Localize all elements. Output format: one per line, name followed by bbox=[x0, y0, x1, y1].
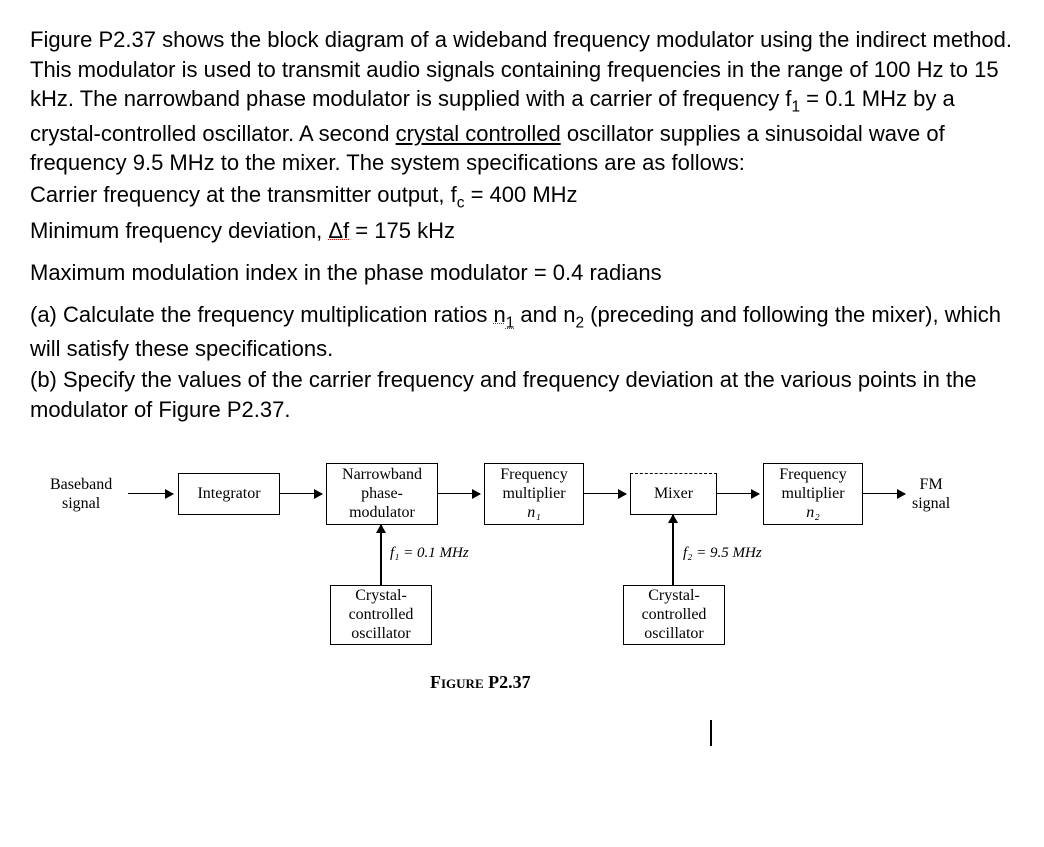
baseband-signal-label: Baseband signal bbox=[50, 475, 112, 513]
narrowband-phase-modulator-block: Narrowband phase- modulator bbox=[326, 463, 438, 525]
intro-sub-1: 1 bbox=[791, 99, 800, 116]
arrow-integrator-to-npm bbox=[280, 493, 322, 495]
carrier-spec: Carrier frequency at the transmitter out… bbox=[30, 180, 1014, 214]
frequency-multiplier-n2-block: Frequency multiplier n₂ bbox=[763, 463, 863, 525]
arrow-fm2-to-output bbox=[863, 493, 905, 495]
crystal-oscillator-2-block: Crystal- controlled oscillator bbox=[623, 585, 725, 645]
crystal-controlled-underline: crystal controlled bbox=[396, 121, 561, 146]
crystal-oscillator-1-block: Crystal- controlled oscillator bbox=[330, 585, 432, 645]
arrow-osc2-to-mixer bbox=[672, 515, 674, 585]
frequency-multiplier-n1-block: Frequency multiplier n₁ bbox=[484, 463, 584, 525]
arrow-npm-to-fm1 bbox=[438, 493, 480, 495]
integrator-block: Integrator bbox=[178, 473, 280, 515]
arrow-fm1-to-mixer bbox=[584, 493, 626, 495]
mixer-block: Mixer bbox=[630, 473, 717, 515]
max-modulation-index: Maximum modulation index in the phase mo… bbox=[30, 258, 1014, 288]
f2-label: f₂ = 9.5 MHz bbox=[683, 543, 762, 563]
delta-f-wavy: Δf bbox=[328, 218, 349, 243]
deviation-spec: Minimum frequency deviation, Δf = 175 kH… bbox=[30, 216, 1014, 246]
arrow-mixer-to-fm2 bbox=[717, 493, 759, 495]
part-b: (b) Specify the values of the carrier fr… bbox=[30, 365, 1014, 424]
problem-statement: Figure P2.37 shows the block diagram of … bbox=[30, 25, 1014, 246]
arrow-osc1-to-npm bbox=[380, 525, 382, 585]
block-diagram: Baseband signal Integrator Narrowband ph… bbox=[30, 455, 990, 755]
part-a: (a) Calculate the frequency multiplicati… bbox=[30, 300, 1014, 364]
figure-caption: Figure P2.37 bbox=[430, 670, 531, 694]
text-cursor bbox=[710, 720, 712, 746]
fm-signal-label: FM signal bbox=[912, 475, 950, 513]
arrow-baseband-to-integrator bbox=[128, 493, 173, 495]
f1-label: f₁ = 0.1 MHz bbox=[390, 543, 469, 563]
